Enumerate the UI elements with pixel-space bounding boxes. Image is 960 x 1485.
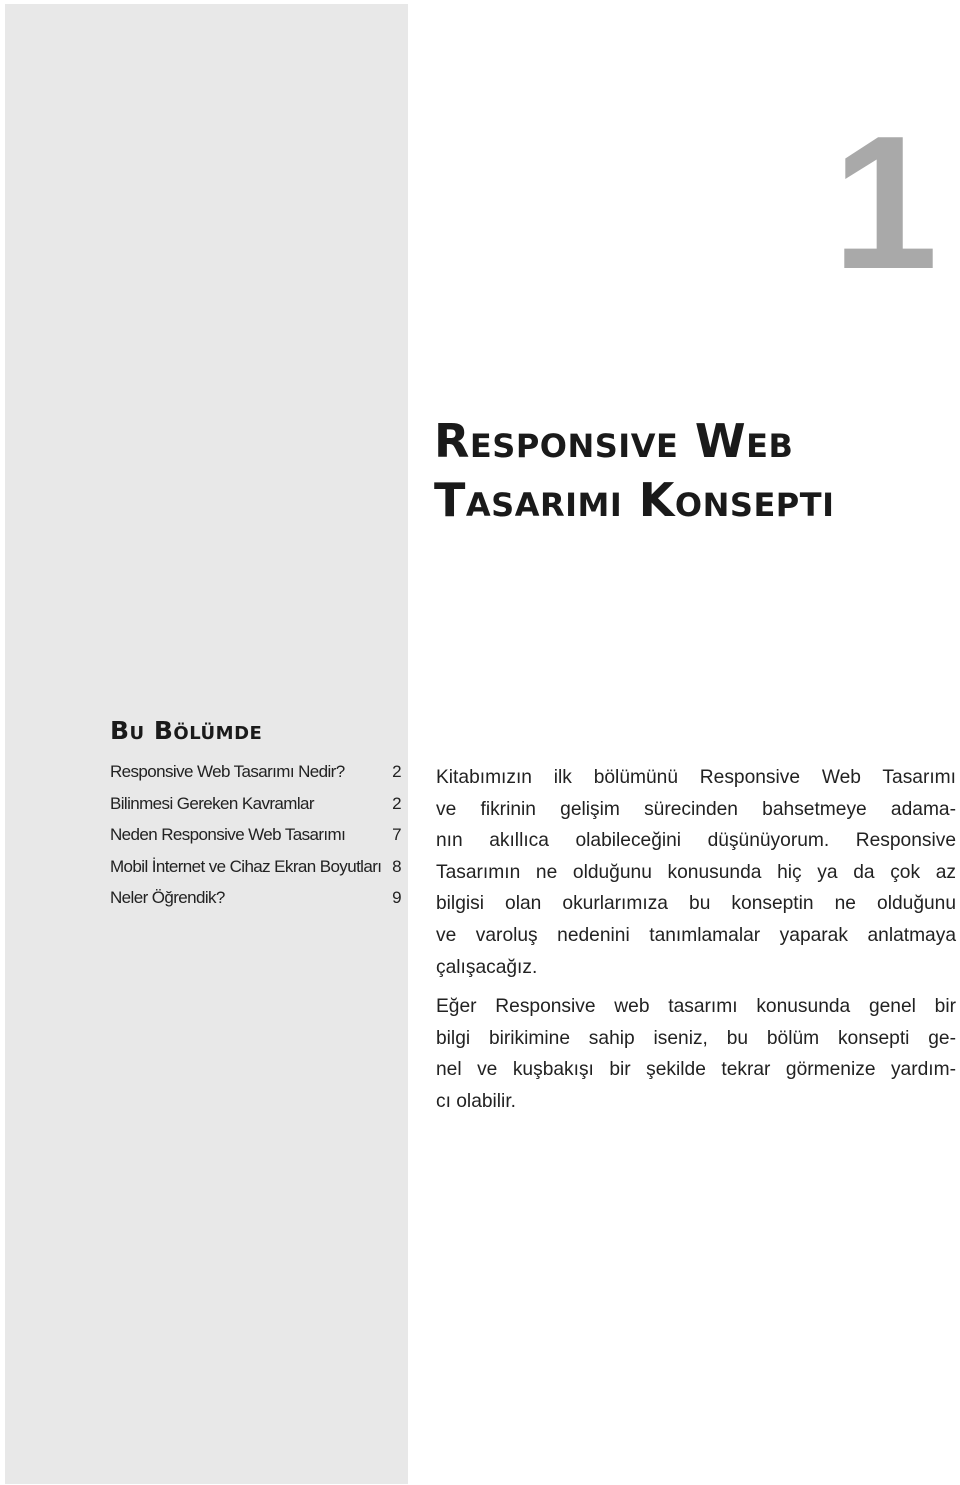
contents-item[interactable]: Mobil İnternet ve Cihaz Ekran Boyutları … [110, 857, 405, 889]
text-line: çalışacağız. [436, 956, 538, 978]
text-line: ve fikrinin gelişim sürecinden bahsetmey… [436, 798, 956, 820]
text-line: cı olabilir. [436, 1090, 516, 1112]
paragraph: Eğer Responsive web tasarımı konusunda g… [436, 991, 956, 1117]
text-line: Eğer Responsive web tasarımı konusunda g… [436, 996, 956, 1018]
contents-item-page: 9 [392, 888, 401, 907]
contents-item-label: Mobil İnternet ve Cihaz Ekran Boyutları [110, 856, 382, 876]
text-line: nel ve kuşbakışı bir şekilde tekrar görm… [436, 1059, 956, 1081]
body-text: Kitabımızın ilk bölümünü Responsive Web … [436, 762, 956, 1126]
contents-item[interactable]: Responsive Web Tasarımı Nedir? 2 [110, 762, 405, 794]
contents-item-label: Responsive Web Tasarımı Nedir? [110, 762, 345, 781]
contents-item[interactable]: Neler Öğrendik? 9 [110, 888, 405, 920]
text-line: Tasarımın ne olduğunu konusunda hiç ya d… [436, 861, 956, 883]
paragraph: Kitabımızın ilk bölümünü Responsive Web … [436, 762, 956, 983]
chapter-title-line: Responsive Web [434, 414, 794, 468]
text-line: Kitabımızın ilk bölümünü Responsive Web … [436, 767, 956, 788]
contents-item-label: Neden Responsive Web Tasarımı [110, 825, 346, 844]
text-line: bilgisi olan okurlarımıza bu konseptin n… [436, 893, 956, 915]
chapter-number: 1 [832, 97, 938, 309]
text-line: bilgi birikimine sahip iseniz, bu bölüm … [436, 1027, 956, 1049]
contents-item-page: 8 [392, 856, 401, 876]
contents-item-page: 7 [392, 825, 401, 844]
contents-item-label: Bilinmesi Gereken Kavramlar [110, 793, 315, 813]
contents-item[interactable]: Bilinmesi Gereken Kavramlar 2 [110, 794, 405, 826]
text-line: nın akıllıca olabileceğini düşünüyorum. … [436, 830, 956, 852]
contents-item-page: 2 [392, 793, 401, 813]
contents-item-page: 2 [392, 762, 401, 781]
contents-item-label: Neler Öğrendik? [110, 888, 225, 907]
contents-item[interactable]: Neden Responsive Web Tasarımı 7 [110, 825, 405, 857]
text-line: ve varoluş nedenini tanımlamalar yaparak… [436, 924, 956, 946]
chapter-contents: Bu Bölümde Responsive Web Tasarımı Nedir… [110, 716, 405, 920]
contents-heading: Bu Bölümde [110, 716, 263, 745]
chapter-title: Responsive Web Tasarımı Konsepti [434, 412, 954, 530]
chapter-title-line: Tasarımı Konsepti [434, 473, 835, 527]
